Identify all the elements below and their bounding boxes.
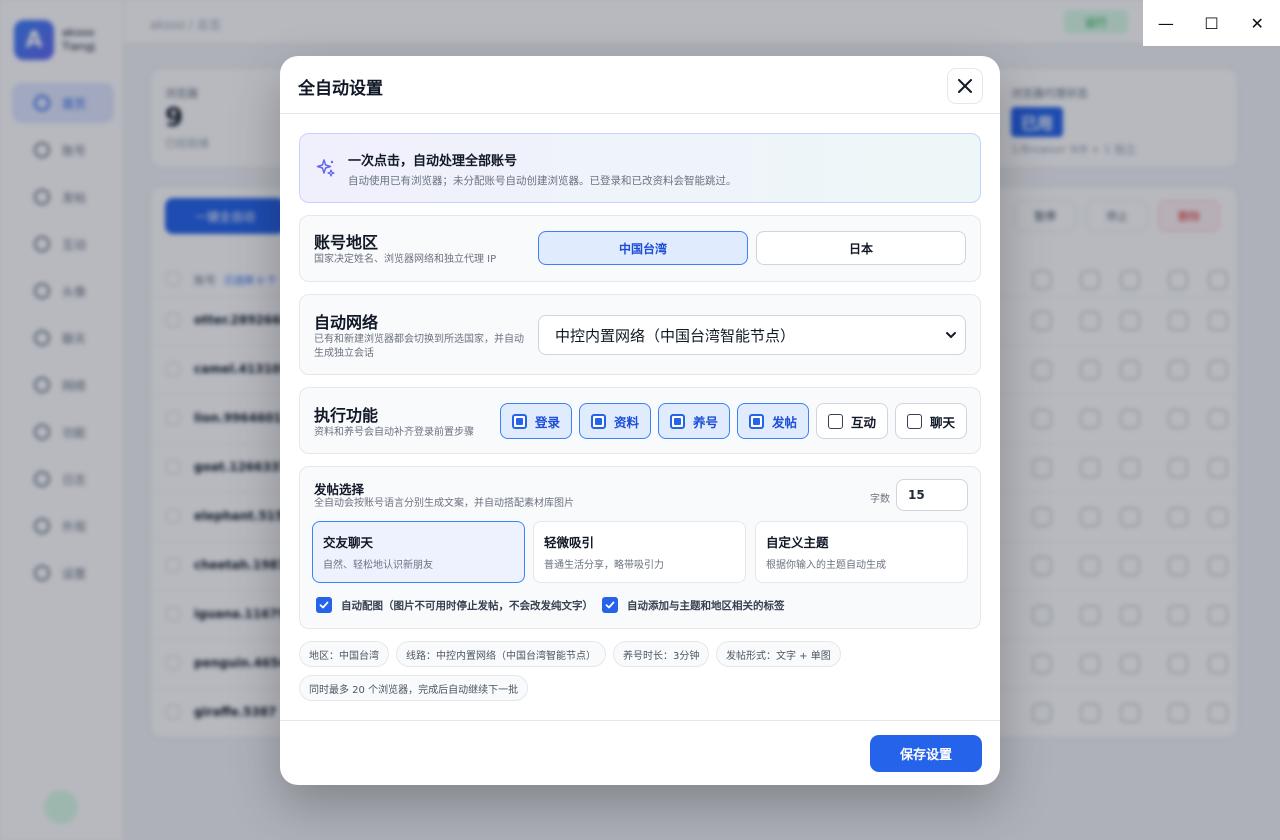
summary-pill: 发帖形式：文字 + 单图 bbox=[716, 641, 841, 667]
function-nurture-checkbox[interactable]: 养号 bbox=[658, 403, 730, 439]
chevron-down-icon bbox=[946, 332, 956, 339]
hero-title: 一次点击，自动处理全部账号 bbox=[348, 154, 518, 169]
maximize-button[interactable]: ☐ bbox=[1189, 0, 1235, 46]
function-interact-checkbox[interactable]: 互动 bbox=[816, 403, 888, 439]
auto-settings-modal: 全自动设置 一次点击，自动处理全部账号 自动使用已有浏览器；未分配账号自动创建浏… bbox=[280, 56, 1000, 785]
post-title: 发帖选择 bbox=[314, 482, 365, 497]
checkbox-icon bbox=[512, 413, 527, 429]
region-card: 账号地区 国家决定姓名、浏览器网络和独立代理 IP 中国台湾 日本 bbox=[299, 215, 981, 282]
checkmark-icon bbox=[316, 597, 332, 613]
region-desc: 国家决定姓名、浏览器网络和独立代理 IP bbox=[314, 254, 497, 265]
summary-pill: 线路：中控内置网络（中国台湾智能节点） bbox=[396, 641, 606, 667]
functions-desc: 资料和养号会自动补齐登录前置步骤 bbox=[314, 427, 474, 438]
window-controls: — ☐ ✕ bbox=[1143, 0, 1280, 46]
summary-pill: 地区：中国台湾 bbox=[299, 641, 389, 667]
minimize-button[interactable]: — bbox=[1143, 0, 1189, 46]
function-chat-checkbox[interactable]: 聊天 bbox=[895, 403, 967, 439]
sparkle-icon bbox=[316, 159, 335, 177]
word-count-input[interactable]: 15 bbox=[896, 479, 968, 511]
region-option-japan[interactable]: 日本 bbox=[756, 231, 966, 265]
close-window-button[interactable]: ✕ bbox=[1234, 0, 1280, 46]
summary-pill: 养号时长：3分钟 bbox=[613, 641, 710, 667]
post-card: 发帖选择 全自动会按账号语言分别生成文案，并自动搭配素材库图片 字数 15 交友… bbox=[299, 466, 981, 629]
save-settings-button[interactable]: 保存设置 bbox=[870, 735, 982, 772]
word-count-label: 字数 bbox=[870, 494, 890, 505]
close-icon bbox=[958, 79, 972, 93]
close-button[interactable] bbox=[947, 68, 983, 104]
modal-footer: 保存设置 bbox=[280, 720, 1000, 785]
network-select-value: 中控内置网络（中国台湾智能节点） bbox=[555, 326, 796, 345]
post-option-custom[interactable]: 自定义主题 根据你输入的主题自动生成 bbox=[755, 521, 968, 583]
checkbox-icon bbox=[749, 413, 764, 429]
auto-image-checkbox[interactable]: 自动配图（图片不可用时停止发帖，不会改发纯文字） bbox=[316, 597, 593, 613]
network-select[interactable]: 中控内置网络（中国台湾智能节点） bbox=[538, 315, 966, 355]
network-desc: 已有和新建浏览器都会切换到所选国家，并自动生成独立会话 bbox=[314, 334, 524, 359]
functions-card: 执行功能 资料和养号会自动补齐登录前置步骤 登录 资料 养号 发帖 互动 聊天 bbox=[299, 387, 981, 454]
checkbox-icon bbox=[828, 413, 843, 429]
summary-pill: 同时最多 20 个浏览器，完成后自动继续下一批 bbox=[299, 675, 529, 701]
modal-title: 全自动设置 bbox=[298, 79, 383, 99]
checkbox-icon bbox=[591, 413, 606, 429]
post-desc: 全自动会按账号语言分别生成文案，并自动搭配素材库图片 bbox=[314, 498, 574, 509]
functions-title: 执行功能 bbox=[314, 406, 379, 425]
hero-banner: 一次点击，自动处理全部账号 自动使用已有浏览器；未分配账号自动创建浏览器。已登录… bbox=[299, 133, 981, 203]
auto-tags-checkbox[interactable]: 自动添加与主题和地区相关的标签 bbox=[602, 597, 785, 613]
region-title: 账号地区 bbox=[314, 233, 379, 252]
function-post-checkbox[interactable]: 发帖 bbox=[737, 403, 809, 439]
function-profile-checkbox[interactable]: 资料 bbox=[579, 403, 651, 439]
modal-header: 全自动设置 bbox=[280, 56, 1000, 114]
post-option-attract[interactable]: 轻微吸引 普通生活分享，略带吸引力 bbox=[533, 521, 746, 583]
function-login-checkbox[interactable]: 登录 bbox=[500, 403, 572, 439]
hero-subtitle: 自动使用已有浏览器；未分配账号自动创建浏览器。已登录和已改资料会智能跳过。 bbox=[348, 175, 737, 187]
checkbox-icon bbox=[670, 413, 685, 429]
checkbox-icon bbox=[907, 413, 922, 429]
post-option-friends[interactable]: 交友聊天 自然、轻松地认识新朋友 bbox=[312, 521, 525, 583]
region-option-taiwan[interactable]: 中国台湾 bbox=[538, 231, 748, 265]
network-title: 自动网络 bbox=[314, 313, 379, 332]
network-card: 自动网络 已有和新建浏览器都会切换到所选国家，并自动生成独立会话 中控内置网络（… bbox=[299, 294, 981, 375]
checkmark-icon bbox=[602, 597, 618, 613]
